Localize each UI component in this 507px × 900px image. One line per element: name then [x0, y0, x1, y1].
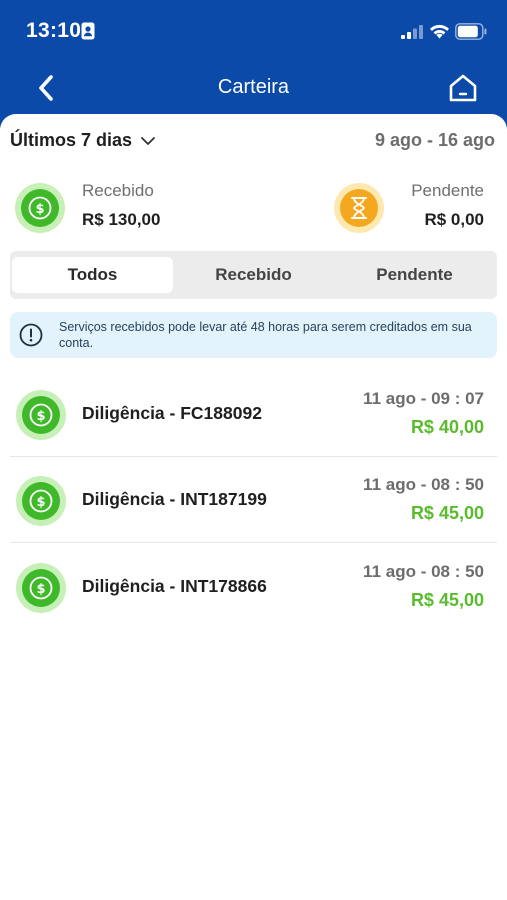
dollar-coin-icon: $: [16, 476, 66, 526]
transaction-amount: R$ 45,00: [410, 590, 484, 610]
period-selector[interactable]: Últimos 7 dias: [10, 130, 156, 151]
svg-text:$: $: [36, 582, 45, 597]
tab-recebido[interactable]: Recebido: [173, 257, 334, 293]
battery-icon: [455, 23, 487, 40]
info-banner: Serviços recebidos pode levar até 48 hor…: [10, 312, 497, 358]
transaction-row[interactable]: $ Diligência - FC188092 11 ago - 09 : 07…: [10, 371, 497, 457]
signal-icon: [401, 25, 423, 39]
svg-text:$: $: [35, 202, 44, 217]
tab-pendente[interactable]: Pendente: [334, 257, 495, 293]
received-value: R$ 130,00: [82, 210, 161, 229]
period-label: Últimos 7 dias: [10, 130, 133, 150]
received-dollar-icon: $: [15, 183, 65, 233]
transaction-date: 11 ago - 08 : 50: [363, 475, 484, 494]
home-icon: [449, 74, 477, 102]
home-button[interactable]: [444, 70, 482, 106]
transaction-title: Diligência - INT187199: [82, 489, 267, 509]
transaction-row[interactable]: $ Diligência - INT178866 11 ago - 08 : 5…: [10, 544, 497, 630]
info-message: Serviços recebidos pode levar até 48 hor…: [59, 320, 472, 350]
dollar-coin-icon: $: [16, 390, 66, 440]
chevron-down-icon: [141, 136, 155, 145]
info-icon: [19, 323, 43, 347]
wifi-icon: [430, 24, 449, 39]
page-title: Carteira: [217, 76, 290, 98]
transaction-amount: R$ 40,00: [410, 417, 484, 437]
date-range: 9 ago - 16 ago: [374, 130, 495, 150]
transaction-date: 11 ago - 08 : 50: [363, 562, 484, 581]
filter-tabs: Todos Recebido Pendente: [10, 251, 497, 299]
id-card-icon: [81, 22, 95, 40]
transaction-title: Diligência - FC188092: [82, 403, 262, 423]
pending-value: R$ 0,00: [424, 210, 484, 229]
status-time: 13:10: [26, 19, 82, 42]
transaction-row[interactable]: $ Diligência - INT187199 11 ago - 08 : 5…: [10, 457, 497, 543]
hourglass-icon: [334, 183, 384, 233]
svg-text:$: $: [36, 409, 45, 424]
tab-todos[interactable]: Todos: [12, 257, 173, 293]
transaction-amount: R$ 45,00: [410, 503, 484, 523]
svg-text:$: $: [36, 495, 45, 510]
dollar-coin-icon: $: [16, 563, 66, 613]
pending-label: Pendente: [411, 181, 484, 200]
app-header: 13:10 Carteira: [0, 0, 507, 132]
transaction-date: 11 ago - 09 : 07: [363, 389, 484, 408]
wallet-content: Últimos 7 dias 9 ago - 16 ago $ Recebido…: [0, 114, 507, 900]
status-bar: 13:10: [0, 0, 507, 62]
transaction-title: Diligência - INT178866: [82, 576, 267, 596]
received-label: Recebido: [82, 181, 154, 200]
